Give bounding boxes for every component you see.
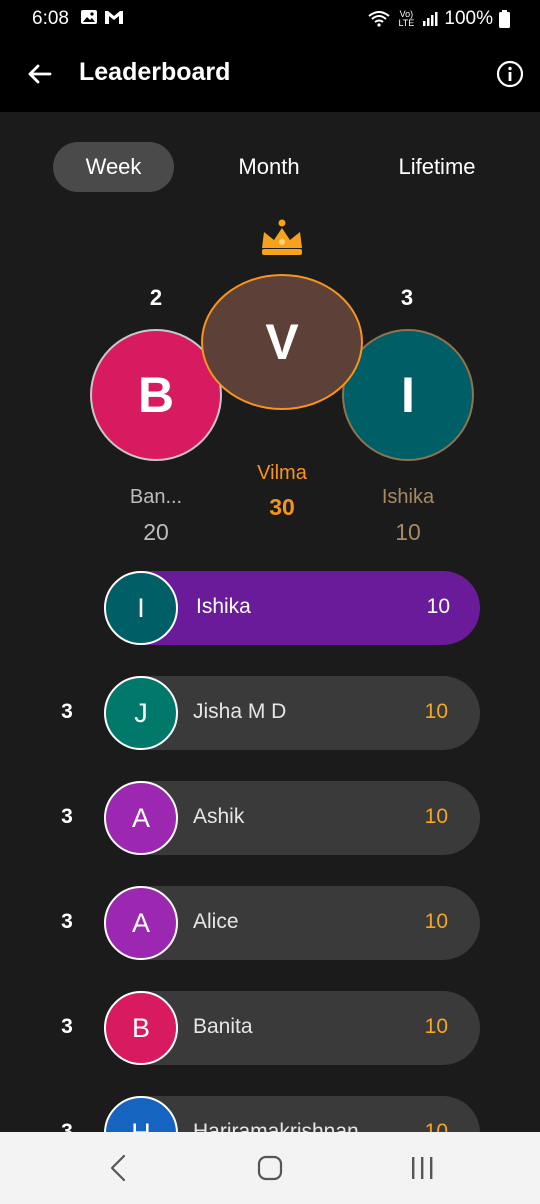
row-score: 10: [426, 595, 450, 618]
gmail-icon: [105, 11, 123, 24]
nav-recents-button[interactable]: [402, 1152, 442, 1184]
row-name: Jisha M D: [193, 700, 287, 723]
network-label: Vo) LTE: [398, 9, 415, 28]
battery-percent: 100%: [444, 8, 493, 29]
period-tabs: Week Month Lifetime: [0, 142, 540, 192]
crown-icon: [262, 219, 302, 255]
tab-lifetime[interactable]: Lifetime: [378, 142, 496, 192]
row-name: Banita: [193, 1015, 253, 1038]
row-rank: 3: [61, 700, 73, 723]
wifi-icon: [368, 11, 391, 27]
system-status: Vo) LTE 100%: [368, 8, 510, 30]
home-icon: [257, 1155, 283, 1181]
back-button[interactable]: [22, 56, 58, 92]
podium-score-third: 10: [395, 519, 421, 545]
nav-back-button[interactable]: [98, 1152, 138, 1184]
podium-name-second: Ban...: [129, 486, 183, 508]
list-item[interactable]: 3 B Banita 10: [0, 991, 540, 1065]
row-rank: 3: [61, 1015, 73, 1038]
podium-rank-third: 3: [400, 285, 414, 310]
notification-icons: [80, 9, 124, 25]
status-time: 6:08: [32, 8, 69, 29]
battery-icon: [499, 10, 510, 28]
system-nav-bar: [0, 1132, 540, 1204]
row-name: Alice: [193, 910, 239, 933]
page-title: Leaderboard: [79, 58, 231, 86]
row-score: 10: [424, 1015, 448, 1038]
podium-rank-second: 2: [149, 285, 163, 310]
row-avatar: J: [104, 676, 178, 750]
list-item[interactable]: 3 J Jisha M D 10: [0, 676, 540, 750]
signal-icon: [423, 12, 438, 26]
tab-week[interactable]: Week: [53, 142, 174, 192]
image-icon: [81, 10, 97, 24]
row-name: Ashik: [193, 805, 245, 828]
info-icon: [496, 60, 524, 88]
app-bar: Leaderboard: [0, 38, 540, 112]
row-avatar: B: [104, 991, 178, 1065]
recents-icon: [412, 1157, 433, 1179]
row-avatar: A: [104, 886, 178, 960]
status-bar: 6:08 Vo) LTE 100%: [0, 0, 540, 38]
podium-name-first: Vilma: [257, 462, 307, 484]
tab-month[interactable]: Month: [214, 142, 324, 192]
chevron-left-icon: [110, 1154, 126, 1182]
arrow-left-icon: [28, 64, 52, 84]
nav-home-button[interactable]: [250, 1152, 290, 1184]
row-score: 10: [424, 910, 448, 933]
list-item[interactable]: 3 A Alice 10: [0, 886, 540, 960]
podium-score-second: 20: [143, 519, 169, 545]
row-rank: 3: [61, 910, 73, 933]
podium-name-third: Ishika: [381, 486, 435, 508]
row-score: 10: [424, 700, 448, 723]
podium-score-first: 30: [269, 494, 295, 520]
row-score: 10: [424, 805, 448, 828]
row-rank: 3: [61, 805, 73, 828]
row-avatar: I: [104, 571, 178, 645]
list-item[interactable]: I Ishika 10: [0, 571, 540, 645]
row-avatar: A: [104, 781, 178, 855]
info-button[interactable]: [496, 60, 524, 88]
podium-avatar-first[interactable]: V: [201, 274, 363, 410]
row-name: Ishika: [196, 595, 251, 618]
list-item[interactable]: 3 A Ashik 10: [0, 781, 540, 855]
